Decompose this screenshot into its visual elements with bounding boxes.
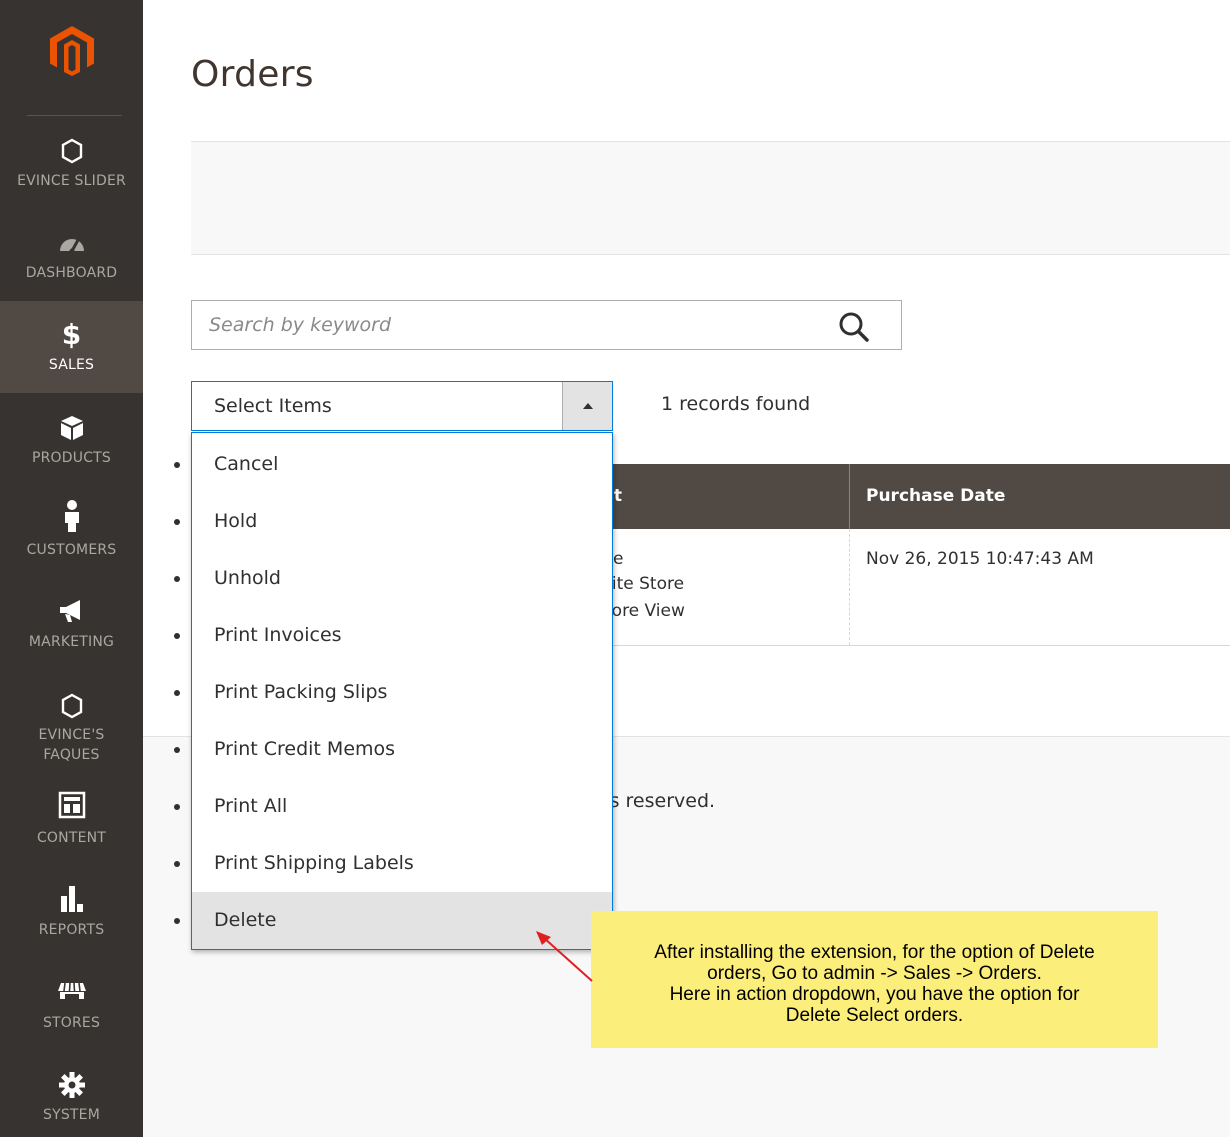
magento-logo-icon	[50, 26, 94, 76]
mass-action-dropdown: Cancel Hold Unhold Print Invoices Print …	[191, 432, 613, 950]
search-icon	[839, 312, 869, 342]
sidebar-item-marketing[interactable]: MARKETING	[0, 577, 143, 669]
sidebar-item-label: CUSTOMERS	[26, 542, 117, 558]
purchase-point-line: tore View	[605, 601, 685, 621]
action-option-print-invoices[interactable]: Print Invoices	[192, 607, 612, 664]
page-actions-bar	[191, 141, 1230, 255]
annotation-arrow	[536, 931, 593, 982]
column-divider	[849, 464, 850, 529]
sidebar-item-content[interactable]: CONTENT	[0, 773, 143, 865]
sidebar-item-dashboard[interactable]: DASHBOARD	[0, 209, 143, 301]
admin-sidebar: EVINCE SLIDER DASHBOARD $ SALES PRODUCTS…	[0, 0, 143, 1137]
logo-link[interactable]	[0, 0, 143, 116]
sidebar-item-label: EVINCE SLIDER	[17, 173, 126, 189]
storefront-icon	[0, 981, 143, 1005]
column-header-purchase-date[interactable]: Purchase Date	[866, 464, 1005, 529]
sidebar-item-evince-slider[interactable]: EVINCE SLIDER	[0, 117, 143, 209]
sidebar-item-evinces-faques[interactable]: EVINCE'S FAQUES	[0, 669, 143, 771]
mass-action-toggle[interactable]	[562, 382, 612, 430]
action-option-print-packing-slips[interactable]: Print Packing Slips	[192, 664, 612, 721]
search-box	[191, 300, 902, 350]
sidebar-item-label: EVINCE'S	[38, 727, 105, 743]
callout-text: After installing the extension, for the …	[591, 942, 1158, 1026]
hexagon-icon	[0, 138, 143, 168]
bar-chart-icon	[0, 884, 143, 916]
action-option-print-credit-memos[interactable]: Print Credit Memos	[192, 721, 612, 778]
annotation-callout: After installing the extension, for the …	[591, 911, 1158, 1048]
layout-icon	[0, 791, 143, 823]
logo-divider	[27, 115, 122, 116]
action-option-unhold[interactable]: Unhold	[192, 550, 612, 607]
action-option-cancel[interactable]: Cancel	[192, 436, 612, 493]
gear-icon	[0, 1071, 143, 1103]
action-option-print-all[interactable]: Print All	[192, 778, 612, 835]
sidebar-item-label: PRODUCTS	[31, 450, 112, 466]
sidebar-item-stores[interactable]: STORES	[0, 957, 143, 1049]
hexagon-icon	[0, 693, 143, 723]
sidebar-item-sales[interactable]: $ SALES	[0, 301, 143, 393]
purchase-point-line: e	[613, 549, 624, 569]
sidebar-item-label: REPORTS	[38, 922, 105, 938]
records-found: 1 records found	[661, 393, 811, 415]
search-button[interactable]	[836, 309, 872, 345]
purchase-point-line: site Store	[603, 574, 685, 594]
megaphone-icon	[0, 598, 143, 628]
cube-icon	[0, 415, 143, 445]
sidebar-item-label: FAQUES	[43, 747, 100, 763]
speedometer-icon	[0, 231, 143, 257]
callout-line: Delete Select orders.	[785, 1005, 964, 1026]
sidebar-item-label: SYSTEM	[42, 1107, 100, 1123]
action-option-print-shipping-labels[interactable]: Print Shipping Labels	[192, 835, 612, 892]
mass-action-label: Select Items	[214, 395, 332, 417]
sidebar-item-reports[interactable]: REPORTS	[0, 865, 143, 957]
mass-action-select[interactable]: Select Items	[191, 381, 613, 431]
sidebar-item-system[interactable]: SYSTEM	[0, 1049, 143, 1137]
page-title: Orders	[191, 54, 314, 95]
sidebar-item-customers[interactable]: CUSTOMERS	[0, 485, 143, 577]
callout-line: Here in action dropdown, you have the op…	[669, 984, 1080, 1005]
sidebar-item-label: SALES	[48, 357, 95, 373]
sidebar-item-label: DASHBOARD	[25, 265, 118, 281]
search-input[interactable]	[192, 301, 822, 349]
cell-divider	[849, 529, 850, 645]
callout-line: orders, Go to admin -> Sales -> Orders.	[707, 963, 1042, 984]
purchase-date-cell: Nov 26, 2015 10:47:43 AM	[866, 549, 1094, 569]
sidebar-item-label: CONTENT	[36, 830, 107, 846]
action-option-hold[interactable]: Hold	[192, 493, 612, 550]
person-icon	[0, 499, 143, 537]
sidebar-item-label: STORES	[42, 1015, 101, 1031]
dollar-icon: $	[61, 318, 82, 351]
caret-up-icon	[583, 403, 593, 409]
callout-line: After installing the extension, for the …	[654, 942, 1095, 963]
sidebar-item-products[interactable]: PRODUCTS	[0, 393, 143, 485]
sidebar-item-label: MARKETING	[28, 634, 115, 650]
